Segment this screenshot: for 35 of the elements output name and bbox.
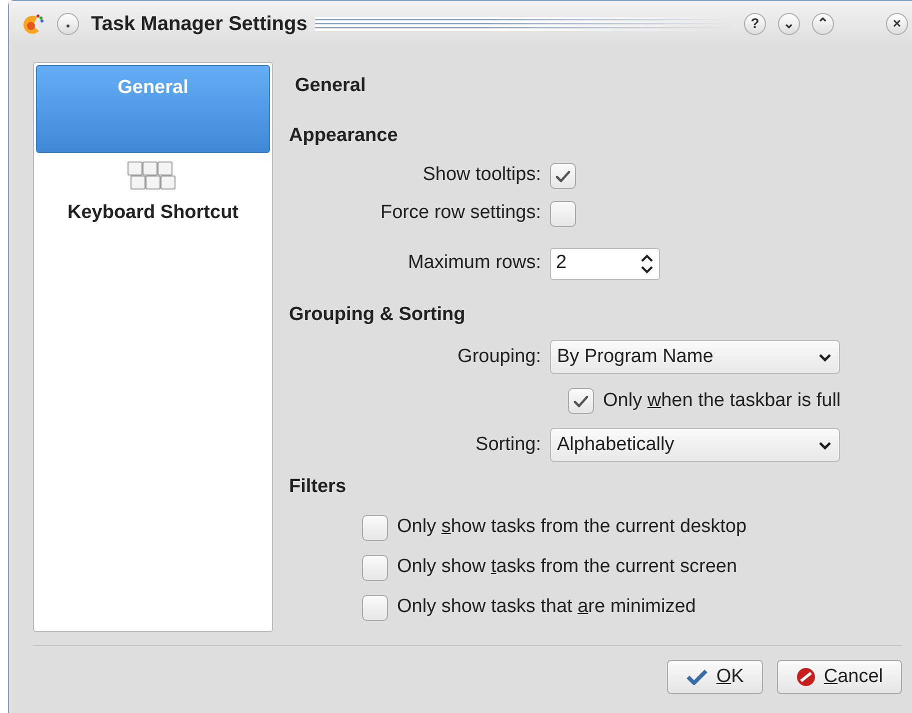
checkbox-label: Only show tasks from the current screen [397,555,738,580]
field-label: Show tooltips: [422,163,541,188]
spin-box[interactable]: 2 [550,248,660,280]
field-label: Grouping: [456,344,541,369]
checkmark-icon [686,668,708,686]
checkbox-label: Only show tasks from the current desktop [397,515,747,540]
stop-icon [796,667,816,687]
page-title: General [294,74,367,98]
field-label: Sorting: [474,432,541,457]
section-heading: Grouping & Sorting [289,302,466,326]
dropdown[interactable]: By Program Name [550,340,840,374]
maximize-button[interactable]: ⌃ [812,12,834,34]
section-heading: Appearance [289,124,399,148]
field-label: Force row settings: [380,201,541,226]
checkbox[interactable] [550,162,576,188]
help-button[interactable]: ? [744,12,766,34]
window-title: Task Manager Settings [91,12,308,36]
dot-icon [65,23,71,30]
field-label: Maximum rows: [406,251,541,276]
section-heading: Filters [289,475,348,499]
checkbox[interactable] [550,200,576,226]
dropdown[interactable]: Alphabetically [550,428,840,462]
checkbox-label: Only show tasks that are minimized [397,595,696,620]
checkbox-label: Only when the taskbar is full [603,388,841,413]
spin-arrows-icon [639,254,655,274]
cancel-button[interactable]: Cancel [776,660,902,694]
checkbox[interactable] [568,388,594,414]
ok-button[interactable]: OK [667,660,763,694]
checkbox[interactable] [362,594,388,620]
checkbox[interactable] [362,514,388,540]
minimize-button[interactable]: ⌄ [778,12,800,34]
close-button[interactable]: × [886,12,908,34]
checkbox[interactable] [362,554,388,580]
sidebar-item[interactable]: Keyboard Shortcut [36,153,270,242]
pin-button[interactable] [57,12,79,34]
